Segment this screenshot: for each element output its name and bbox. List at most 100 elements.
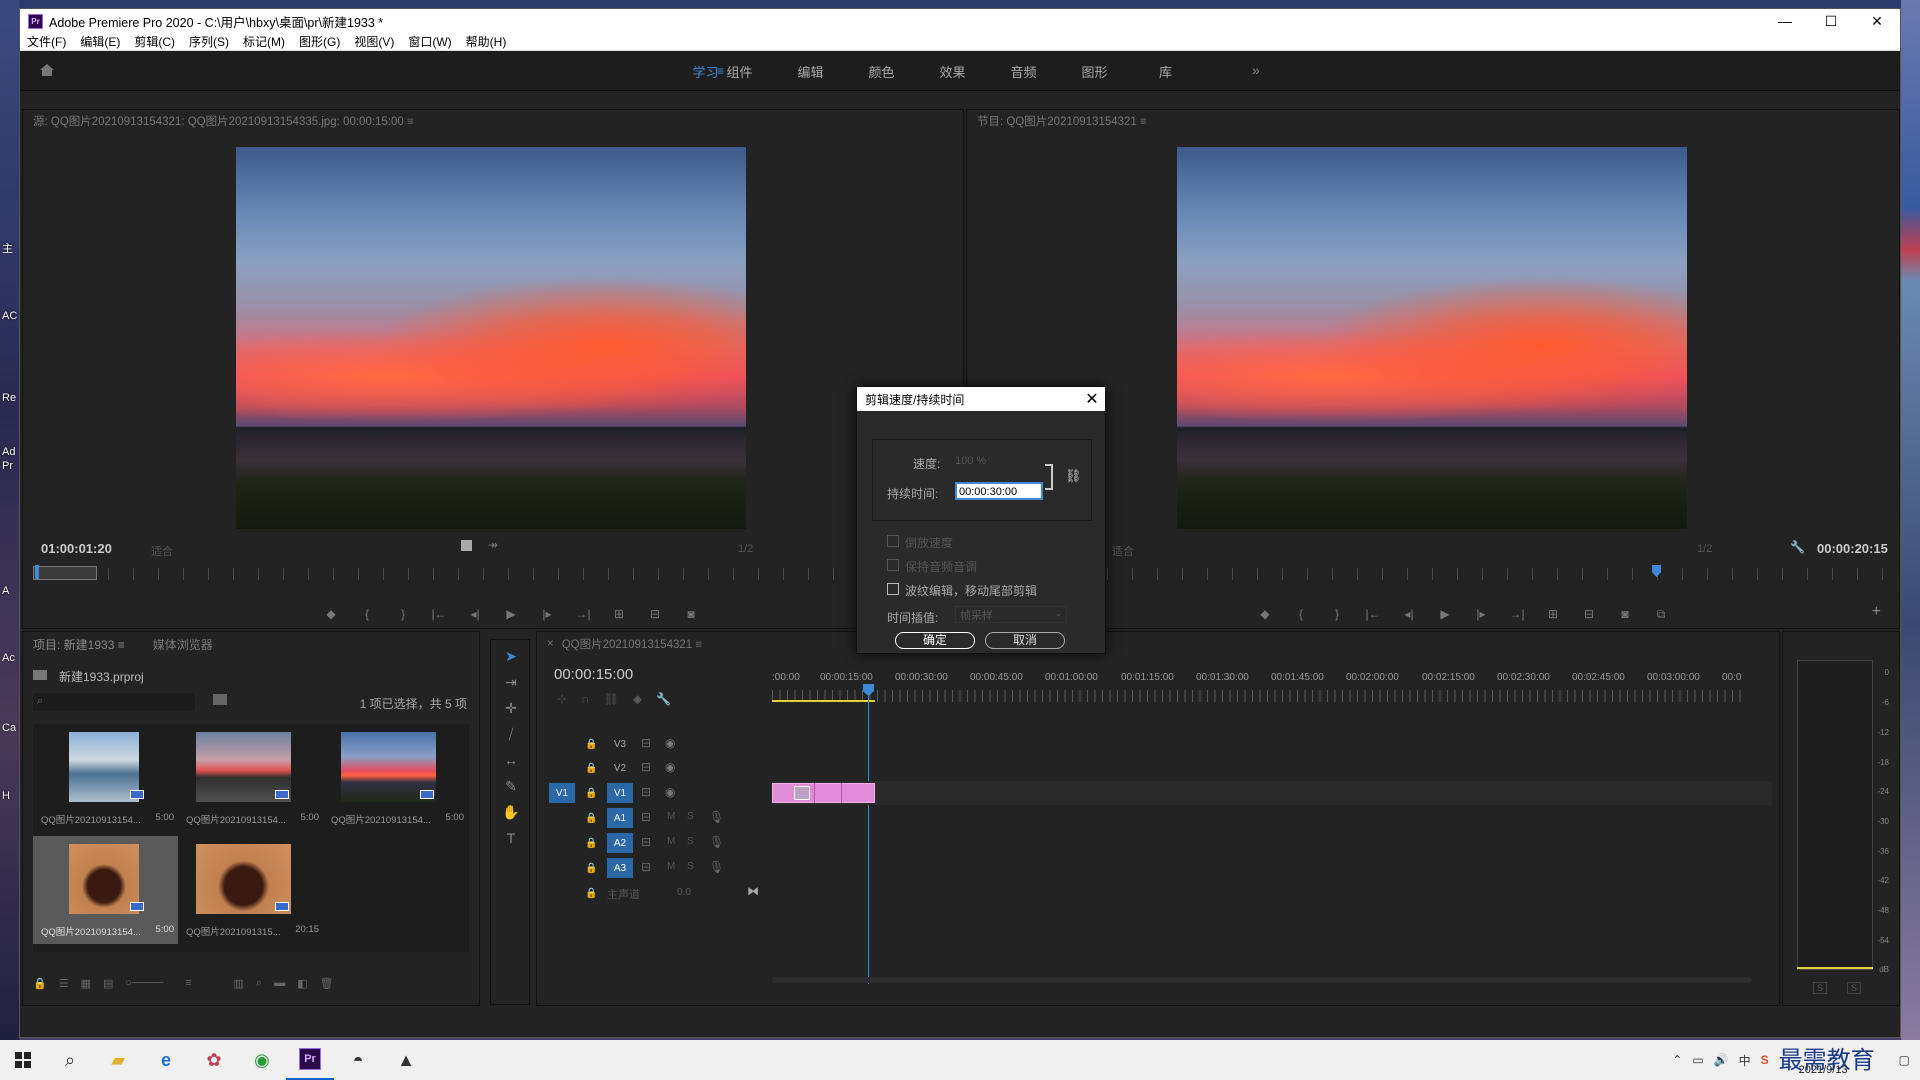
desktop-label[interactable]: A [2, 585, 9, 597]
hand-tool-icon[interactable]: ✋ [501, 804, 521, 824]
new-bin-icon[interactable] [213, 694, 227, 705]
lock-icon[interactable]: 🔒 [585, 739, 597, 750]
speed-input[interactable]: 100 % [955, 455, 986, 467]
solo-left-button[interactable]: S [1813, 982, 1828, 994]
timeline-tab[interactable]: QQ图片20210913154321 ≡ [562, 636, 702, 652]
desktop-label[interactable]: AC [2, 310, 17, 322]
image-viewer-icon[interactable]: ▲ [382, 1040, 430, 1080]
eye-icon[interactable]: ◉ [665, 785, 675, 799]
lock-icon[interactable]: 🔒 [585, 813, 597, 824]
lift-icon[interactable]: ⊞ [1535, 607, 1571, 622]
sync-lock-icon[interactable]: ⊟ [641, 760, 651, 774]
solo-right-button[interactable]: S [1847, 982, 1862, 994]
comparison-view-icon[interactable]: ⧉ [1643, 607, 1679, 622]
sync-lock-icon[interactable]: ⊟ [641, 860, 651, 874]
volume-icon[interactable]: 🔊 [1714, 1053, 1729, 1067]
notification-icon[interactable]: ▢ [1899, 1053, 1910, 1067]
chrome-icon[interactable]: ◉ [238, 1040, 286, 1080]
ime-indicator[interactable]: 中 [1739, 1052, 1751, 1069]
menu-window[interactable]: 窗口(W) [401, 33, 458, 50]
menu-sequence[interactable]: 序列(S) [182, 33, 236, 50]
menu-help[interactable]: 帮助(H) [459, 33, 514, 50]
add-button-icon[interactable]: + [1872, 603, 1881, 621]
lock-icon[interactable]: 🔒 [585, 863, 597, 874]
ok-button[interactable]: 确定 [895, 632, 975, 649]
microphone-icon[interactable]: 🎙 [709, 860, 724, 874]
slip-tool-icon[interactable]: ↔ [501, 752, 521, 772]
link-chain-icon[interactable]: ⛓ [1065, 468, 1082, 484]
sogou-icon[interactable]: S [1761, 1053, 1769, 1067]
sort-icon[interactable]: ≡ [185, 977, 191, 993]
track-label[interactable]: A3 [607, 858, 633, 878]
mark-in-icon[interactable]: { [1283, 607, 1319, 622]
tab-editing[interactable]: 编辑 [775, 62, 846, 81]
menu-graphics[interactable]: 图形(G) [292, 33, 347, 50]
project-item[interactable]: QQ图片20210913154... 5:00 [323, 724, 468, 832]
sync-lock-icon[interactable]: ⊟ [641, 736, 651, 750]
source-patch-v1[interactable]: V1 [549, 783, 575, 803]
timeline-settings-icon[interactable]: 🔧 [656, 692, 671, 706]
zoom-slider[interactable]: ○──── [125, 977, 163, 993]
minimize-button[interactable]: — [1762, 13, 1808, 30]
cancel-button[interactable]: 取消 [985, 632, 1065, 649]
tab-assembly[interactable]: 组件 [704, 62, 775, 81]
new-item-icon[interactable]: ◧ [297, 977, 307, 993]
snap-icon[interactable]: ∩ [581, 692, 590, 706]
mute-button[interactable]: M [667, 836, 675, 847]
sync-lock-icon[interactable]: ⊟ [641, 835, 651, 849]
duration-input[interactable]: 00:00:30:00 [955, 482, 1043, 500]
work-area-bar[interactable] [772, 700, 875, 702]
lock-icon[interactable]: 🔒 [33, 977, 47, 993]
project-item[interactable]: QQ图片20210913154... 5:00 [178, 724, 323, 832]
insert-icon[interactable]: ⊞ [601, 607, 637, 621]
playhead-line[interactable] [868, 684, 869, 984]
desktop-label[interactable]: Ad [2, 446, 15, 458]
tab-audio[interactable]: 音频 [988, 62, 1059, 81]
export-frame-icon[interactable]: ◙ [1607, 607, 1643, 622]
edge-icon[interactable]: e [142, 1040, 190, 1080]
search-icon[interactable]: ⌕ [46, 1040, 94, 1080]
razor-tool-icon[interactable]: ⧸ [501, 726, 521, 746]
track-label[interactable]: V2 [607, 758, 633, 778]
freeform-view-icon[interactable]: ▤ [103, 977, 113, 993]
linked-selection-icon[interactable]: ⛓ [604, 692, 619, 706]
step-back-icon[interactable]: ◂| [1391, 607, 1427, 622]
go-to-in-icon[interactable]: |← [1355, 607, 1391, 622]
sync-lock-icon[interactable]: ⊟ [641, 810, 651, 824]
list-view-icon[interactable]: ☰ [59, 977, 69, 993]
solo-button[interactable]: S [687, 811, 694, 822]
source-scrubber[interactable] [33, 568, 843, 580]
program-fit-dropdown[interactable]: 适合 [1112, 543, 1134, 559]
extract-icon[interactable]: ⊟ [1571, 607, 1607, 622]
automate-icon[interactable]: ▥ [234, 977, 244, 993]
go-to-in-icon[interactable]: |← [421, 607, 457, 621]
clip-edit-point[interactable] [841, 783, 842, 803]
desktop-label[interactable]: 主 [2, 240, 13, 256]
program-scrubber[interactable] [1107, 568, 1887, 580]
mark-out-icon[interactable]: } [1319, 607, 1355, 622]
add-marker-icon[interactable]: ◆ [633, 692, 642, 706]
source-fit-dropdown[interactable]: 适合 [151, 543, 173, 559]
track-label[interactable]: V1 [607, 783, 633, 803]
project-item-selected[interactable]: QQ图片20210913154... 5:00 [33, 836, 178, 944]
mark-out-icon[interactable]: } [385, 607, 421, 621]
lock-icon[interactable]: 🔒 [585, 788, 597, 799]
new-bin-icon[interactable]: ▬ [274, 977, 285, 993]
project-tab[interactable]: 项目: 新建1933 ≡ [23, 636, 125, 653]
chevron-up-icon[interactable]: ⌃ [1672, 1053, 1682, 1067]
source-timecode[interactable]: 01:00:01:20 [41, 541, 112, 556]
video-clip[interactable] [772, 783, 875, 803]
timeline-close-icon[interactable]: × [537, 638, 562, 650]
track-label[interactable]: A2 [607, 833, 633, 853]
play-icon[interactable]: ▶ [1427, 607, 1463, 622]
step-back-icon[interactable]: ◂| [457, 607, 493, 621]
microphone-icon[interactable]: 🎙 [709, 810, 724, 824]
source-insert-icon[interactable]: ↠ [488, 538, 498, 552]
mark-in-icon[interactable]: { [349, 607, 385, 621]
go-to-out-icon[interactable]: →| [1499, 607, 1535, 622]
pen-tool-icon[interactable]: ✎ [501, 778, 521, 798]
eye-icon[interactable]: ◉ [665, 736, 675, 750]
mute-button[interactable]: M [667, 861, 675, 872]
menu-markers[interactable]: 标记(M) [236, 33, 292, 50]
menu-clip[interactable]: 剪辑(C) [127, 33, 182, 50]
